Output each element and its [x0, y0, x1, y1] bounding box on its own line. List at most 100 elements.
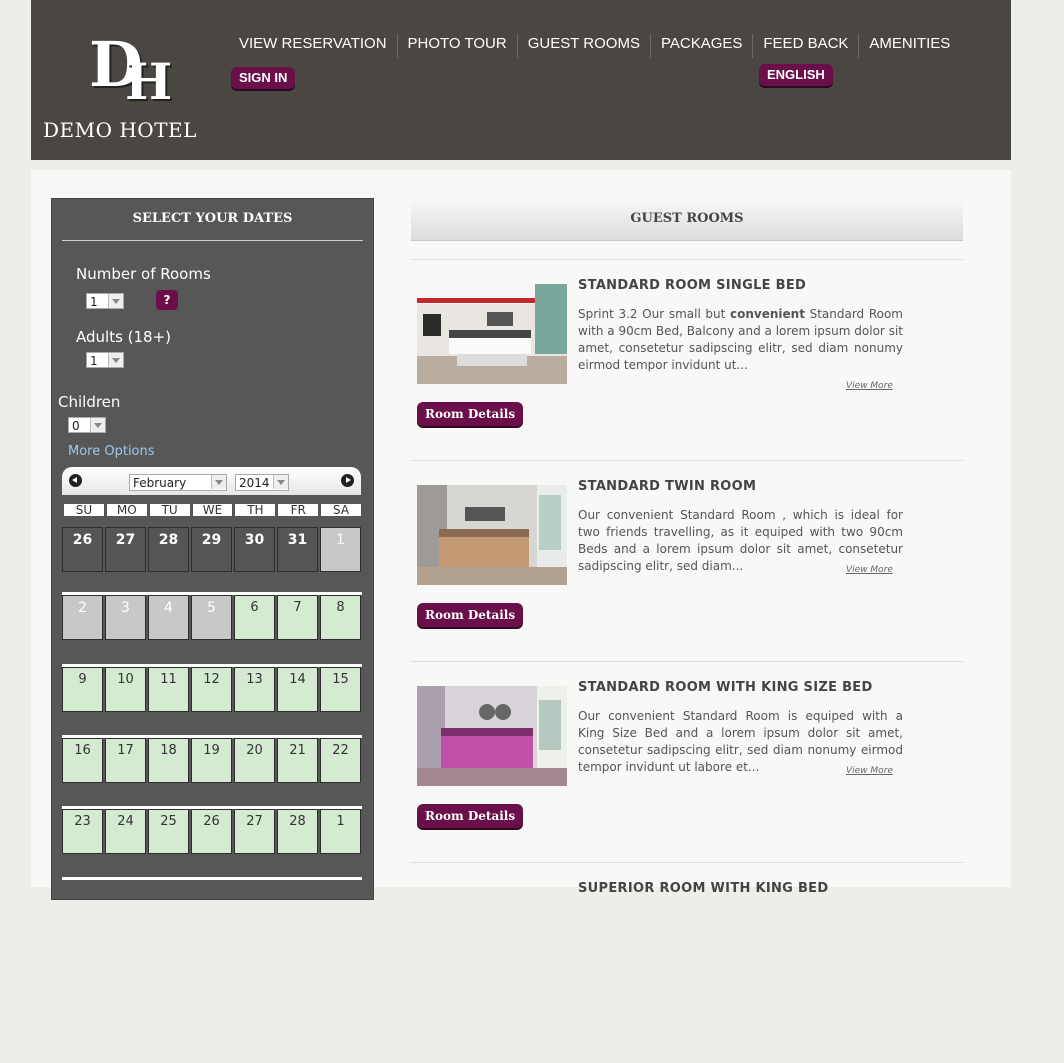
calendar-day[interactable]: 10 [105, 667, 146, 712]
calendar-day[interactable]: 20 [234, 738, 275, 783]
calendar-day: 2 [62, 595, 103, 640]
children-label: Children [58, 393, 121, 411]
calendar-day[interactable]: 18 [148, 738, 189, 783]
calendar-day[interactable]: 21 [277, 738, 318, 783]
calendar-week [62, 877, 362, 890]
divider [62, 240, 363, 241]
room-photo[interactable] [417, 485, 567, 585]
calendar-day[interactable]: 25 [148, 809, 189, 854]
nav-amenities[interactable]: AMENITIES [858, 34, 960, 58]
calendar-day: 29 [191, 527, 232, 572]
calendar-day[interactable]: 19 [191, 738, 232, 783]
main-area: SELECT YOUR DATES Number of Rooms 1 ? Ad… [31, 170, 1011, 900]
site-header: D H DEMO HOTEL VIEW RESERVATION PHOTO TO… [31, 0, 1011, 160]
calendar-day: 31 [277, 527, 318, 572]
calendar-day[interactable]: 23 [62, 809, 103, 854]
adults-label: Adults (18+) [76, 328, 172, 346]
previous-month-icon[interactable] [69, 474, 82, 487]
nav-feed-back[interactable]: FEED BACK [752, 34, 858, 58]
room-title[interactable]: SUPERIOR ROOM WITH KING BED [578, 881, 828, 896]
logo-monogram: D H [89, 28, 173, 111]
section-title: GUEST ROOMS [411, 198, 963, 241]
calendar-day[interactable]: 1 [320, 809, 361, 854]
room-card: STANDARD TWIN ROOM Our convenient Standa… [411, 460, 963, 661]
rooms-label: Number of Rooms [76, 265, 211, 283]
more-options-link[interactable]: More Options [68, 444, 155, 459]
calendar-day[interactable]: 7 [277, 595, 318, 640]
month-select[interactable]: February [129, 474, 227, 491]
room-description: Sprint 3.2 Our small but convenient Stan… [578, 307, 903, 372]
chevron-down-icon [90, 418, 105, 432]
nav-packages[interactable]: PACKAGES [649, 34, 752, 58]
calendar-day: 28 [148, 527, 189, 572]
next-month-icon[interactable] [341, 474, 354, 487]
nav-view-reservation[interactable]: VIEW RESERVATION [229, 34, 397, 58]
calendar-week: 23 24 25 26 27 28 1 [62, 806, 362, 857]
room-photo[interactable] [417, 284, 567, 384]
weekday: MO [105, 503, 148, 517]
hotel-logo[interactable]: D H DEMO HOTEL [41, 28, 211, 144]
chevron-down-icon [108, 294, 123, 308]
language-button[interactable]: ENGLISH [759, 64, 833, 86]
children-select[interactable]: 0 [68, 417, 106, 433]
view-more-link[interactable]: View More [846, 766, 893, 776]
calendar-day: 1 [320, 527, 361, 572]
weekday-header: SU MO TU WE TH FR SA [63, 503, 363, 517]
calendar-day: 4 [148, 595, 189, 640]
weekday: WE [191, 503, 234, 517]
calendar-day[interactable]: 26 [191, 809, 232, 854]
weekday: SU [63, 503, 105, 517]
calendar-day: 27 [105, 527, 146, 572]
room-details-button[interactable]: Room Details [417, 603, 524, 627]
chevron-down-icon [273, 475, 288, 489]
calendar-day[interactable]: 27 [234, 809, 275, 854]
calendar-week: 26 27 28 29 30 31 1 [62, 527, 362, 575]
calendar-header: February 2014 [62, 467, 361, 495]
room-card: SUPERIOR ROOM WITH KING BED [411, 862, 963, 1063]
room-details-button[interactable]: Room Details [417, 402, 524, 426]
calendar-day[interactable]: 6 [234, 595, 275, 640]
calendar-day[interactable]: 13 [234, 667, 275, 712]
logo-text: DEMO HOTEL [43, 118, 197, 142]
room-photo[interactable] [417, 686, 567, 786]
calendar-day[interactable]: 12 [191, 667, 232, 712]
date-selector-panel: SELECT YOUR DATES Number of Rooms 1 ? Ad… [51, 198, 374, 900]
calendar-day: 26 [62, 527, 103, 572]
weekday: SA [320, 503, 363, 517]
rooms-select[interactable]: 1 [86, 293, 124, 309]
view-more-link[interactable]: View More [846, 565, 893, 575]
view-more-link[interactable]: View More [846, 381, 893, 391]
calendar-day[interactable]: 9 [62, 667, 103, 712]
calendar-day[interactable]: 28 [277, 809, 318, 854]
nav-photo-tour[interactable]: PHOTO TOUR [396, 34, 517, 58]
calendar-day[interactable]: 17 [105, 738, 146, 783]
room-title[interactable]: STANDARD TWIN ROOM [578, 479, 756, 494]
sign-in-button[interactable]: SIGN IN [231, 67, 296, 89]
calendar-week: 2 3 4 5 6 7 8 [62, 592, 362, 643]
weekday: TU [148, 503, 191, 517]
calendar-day[interactable]: 11 [148, 667, 189, 712]
calendar-day[interactable]: 24 [105, 809, 146, 854]
weekday: TH [234, 503, 277, 517]
calendar-day: 5 [191, 595, 232, 640]
room-title[interactable]: STANDARD ROOM WITH KING SIZE BED [578, 680, 873, 695]
year-select[interactable]: 2014 [235, 474, 289, 491]
chevron-down-icon [211, 475, 226, 489]
calendar-day[interactable]: 16 [62, 738, 103, 783]
calendar-day: 30 [234, 527, 275, 572]
panel-title: SELECT YOUR DATES [132, 211, 293, 226]
nav-guest-rooms[interactable]: GUEST ROOMS [516, 34, 650, 58]
main-nav: VIEW RESERVATION PHOTO TOUR GUEST ROOMS … [229, 34, 960, 58]
calendar-day: 3 [105, 595, 146, 640]
room-details-button[interactable]: Room Details [417, 804, 524, 828]
weekday: FR [277, 503, 320, 517]
adults-select[interactable]: 1 [86, 352, 124, 368]
calendar-week: 9 10 11 12 13 14 15 [62, 664, 362, 715]
calendar-day[interactable]: 14 [277, 667, 318, 712]
room-title[interactable]: STANDARD ROOM SINGLE BED [578, 278, 806, 293]
chevron-down-icon [108, 353, 123, 367]
calendar-day[interactable]: 22 [320, 738, 361, 783]
calendar-day[interactable]: 15 [320, 667, 361, 712]
calendar-day[interactable]: 8 [320, 595, 361, 640]
help-button[interactable]: ? [156, 290, 178, 310]
